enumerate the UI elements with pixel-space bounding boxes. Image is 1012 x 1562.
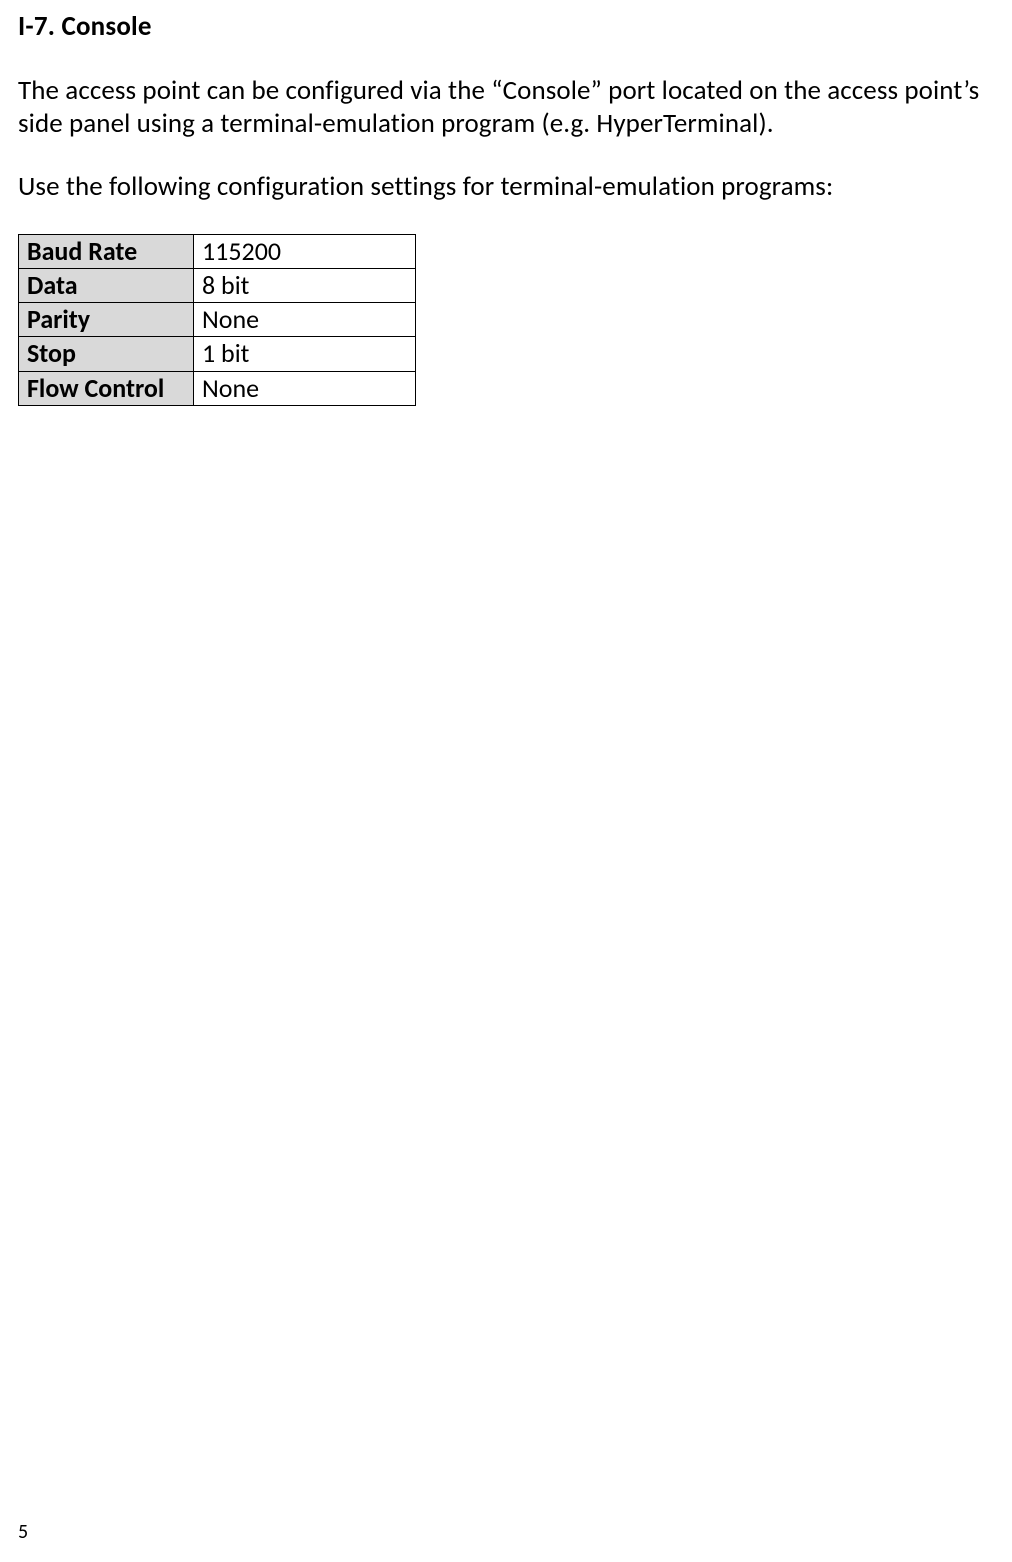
table-row: Parity None	[19, 303, 416, 337]
config-value: 115200	[194, 234, 416, 268]
config-value: None	[194, 371, 416, 405]
config-label: Baud Rate	[19, 234, 194, 268]
config-label: Parity	[19, 303, 194, 337]
config-settings-table: Baud Rate 115200 Data 8 bit Parity None …	[18, 234, 416, 406]
config-value: 8 bit	[194, 269, 416, 303]
table-row: Baud Rate 115200	[19, 234, 416, 268]
config-label: Stop	[19, 337, 194, 371]
page-number: 5	[18, 1520, 28, 1544]
table-row: Data 8 bit	[19, 269, 416, 303]
config-label: Data	[19, 269, 194, 303]
config-label: Flow Control	[19, 371, 194, 405]
intro-paragraph: The access point can be configured via t…	[18, 75, 994, 141]
table-row: Flow Control None	[19, 371, 416, 405]
instruction-paragraph: Use the following configuration settings…	[18, 171, 994, 204]
config-value: None	[194, 303, 416, 337]
section-heading: I-7. Console	[18, 10, 994, 43]
table-row: Stop 1 bit	[19, 337, 416, 371]
config-value: 1 bit	[194, 337, 416, 371]
